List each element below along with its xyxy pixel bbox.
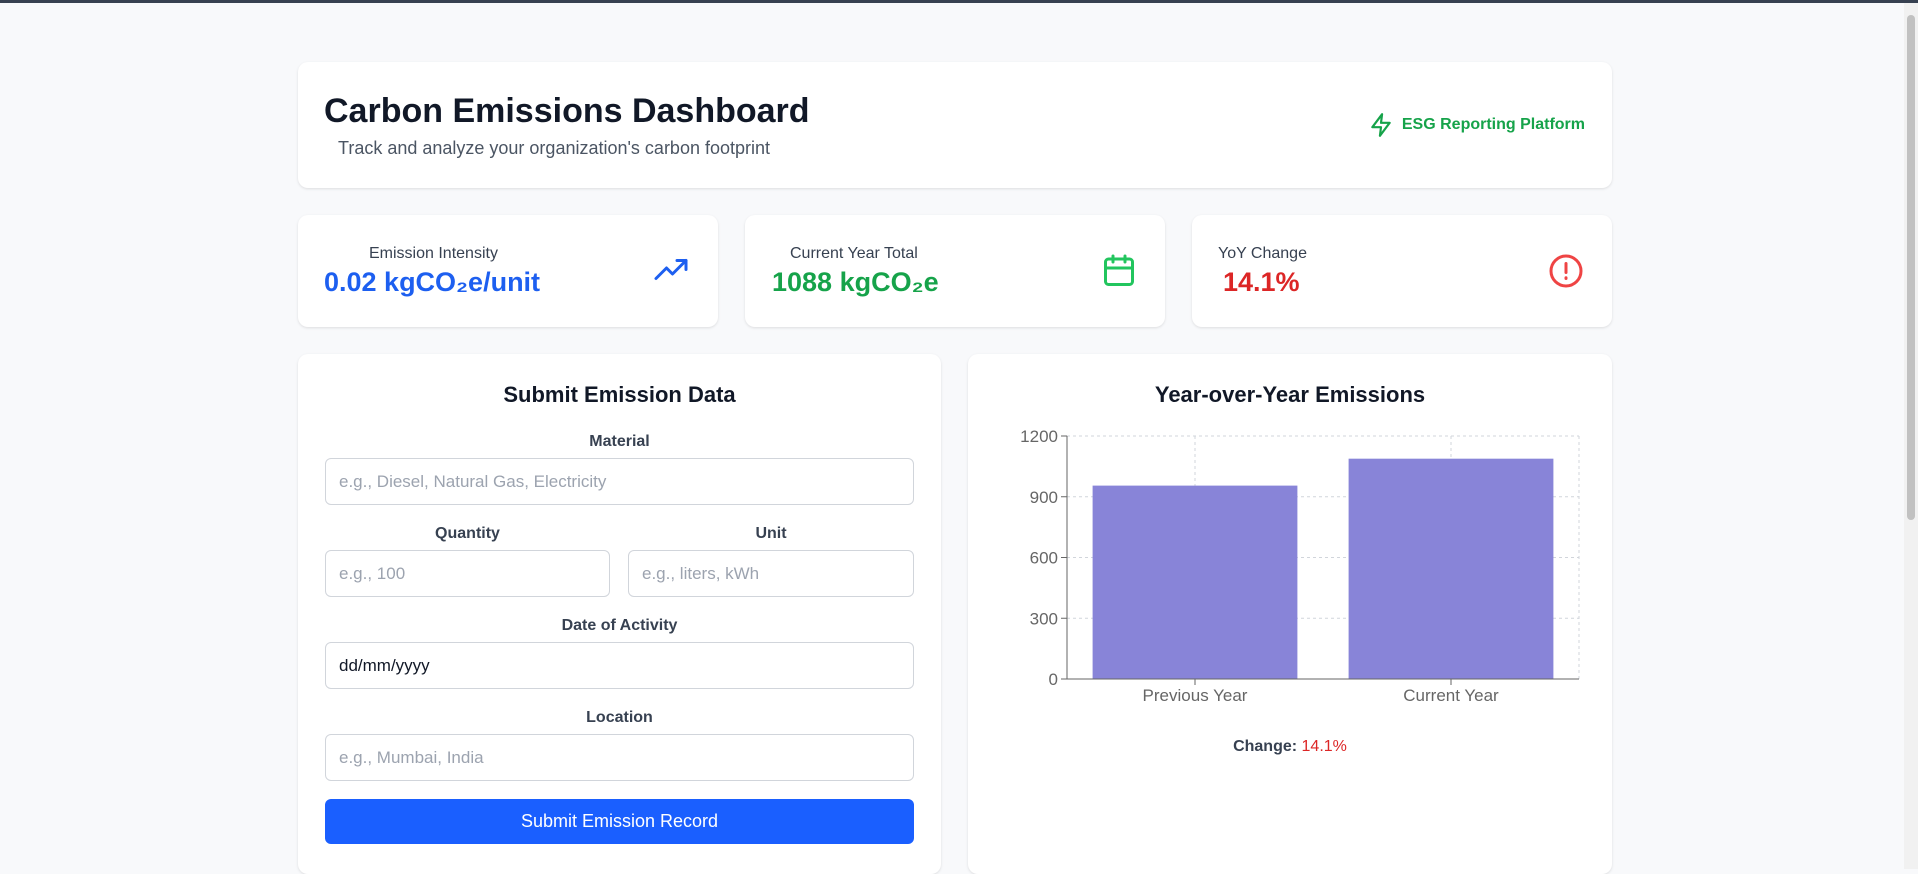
bar [1092, 485, 1298, 679]
quantity-label: Quantity [435, 525, 500, 542]
calendar-icon [1104, 254, 1134, 286]
stat-value: 14.1% [1223, 267, 1300, 297]
x-tick-label: Previous Year [1143, 686, 1248, 705]
y-tick-label: 300 [1030, 609, 1058, 628]
emission-form-card: Submit Emission Data Material Quantity U… [298, 354, 941, 874]
change-value: 14.1% [1301, 738, 1347, 755]
material-label: Material [589, 433, 650, 450]
stat-value: 1088 kgCO₂e [772, 267, 939, 297]
location-input[interactable] [325, 734, 914, 781]
dashboard-header: Carbon Emissions Dashboard Track and ana… [298, 62, 1612, 188]
unit-input[interactable] [628, 550, 914, 597]
stat-card-yoy-change: YoY Change 14.1% [1192, 215, 1612, 327]
page-scrollbar[interactable] [1904, 3, 1918, 869]
stat-label: Emission Intensity [369, 245, 498, 262]
stat-value: 0.02 kgCO₂e/unit [324, 267, 541, 297]
date-label: Date of Activity [561, 617, 678, 634]
unit-label: Unit [755, 525, 787, 542]
stat-label: YoY Change [1218, 245, 1307, 262]
brand-badge: ESG Reporting Platform [1368, 112, 1585, 138]
location-label: Location [586, 709, 653, 726]
change-summary: Change: 14.1% [968, 738, 1612, 756]
yoy-bar-chart: 0 300 600 900 1200 Previous Year Current Year [1020, 427, 1580, 705]
trending-up-icon [654, 259, 688, 280]
stat-card-current-year-total: Current Year Total 1088 kgCO₂e [745, 215, 1165, 327]
top-border [0, 0, 1918, 3]
scrollbar-thumb[interactable] [1907, 15, 1915, 520]
lightning-icon [1371, 113, 1391, 137]
material-input[interactable] [325, 458, 914, 505]
date-input[interactable]: dd/mm/yyyy [325, 642, 914, 689]
yoy-chart-card: Year-over-Year Emissions 0 300 600 900 1200 P… [968, 354, 1612, 874]
page-title: Carbon Emissions Dashboard [324, 92, 810, 130]
stat-card-emission-intensity: Emission Intensity 0.02 kgCO₂e/unit [298, 215, 718, 327]
y-tick-label: 1200 [1020, 427, 1058, 446]
bar [1348, 458, 1554, 679]
quantity-input[interactable] [325, 550, 610, 597]
brand-label: ESG Reporting Platform [1401, 116, 1585, 133]
y-tick-label: 600 [1030, 549, 1058, 568]
alert-circle-icon [1549, 254, 1583, 288]
form-title: Submit Emission Data [503, 382, 736, 407]
stat-label: Current Year Total [790, 245, 918, 262]
y-tick-label: 900 [1030, 488, 1058, 507]
x-tick-label: Current Year [1403, 686, 1499, 705]
page-subtitle: Track and analyze your organization's ca… [338, 138, 771, 158]
y-tick-label: 0 [1049, 670, 1058, 689]
change-label: Change: [1233, 738, 1298, 755]
submit-emission-button[interactable]: Submit Emission Record [325, 799, 914, 844]
